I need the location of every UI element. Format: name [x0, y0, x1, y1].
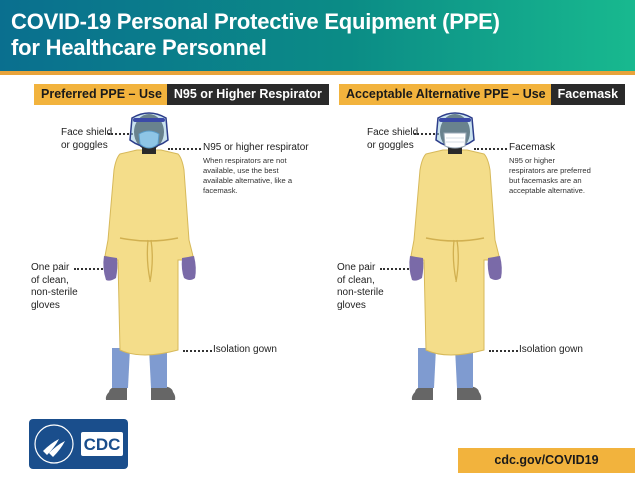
- n95-respirator: [138, 130, 160, 149]
- gloves-label-left: One pair of clean, non-sterile gloves: [31, 262, 78, 312]
- preferred-ppe-tag: Preferred PPE – Use: [34, 84, 167, 105]
- left-shoe: [411, 386, 433, 400]
- alternative-ppe-device: Facemask: [550, 84, 626, 105]
- facemask-label-right: Facemask: [509, 142, 556, 153]
- healthcare-worker-facemask-illustration: [409, 112, 502, 400]
- left-pant-leg: [112, 348, 130, 388]
- healthcare-worker-n95-illustration: [103, 112, 196, 400]
- right-glove: [487, 256, 502, 280]
- note-line: facemask.: [203, 186, 238, 195]
- gloves-label-line: non-sterile: [337, 287, 384, 298]
- hhs-cdc-logo: CDC: [29, 419, 128, 469]
- left-glove: [409, 256, 424, 281]
- face-shield-band: [133, 118, 165, 122]
- isolation-gown: [410, 149, 500, 356]
- note-line: When respirators are not: [203, 156, 287, 165]
- preferred-ppe-device: N95 or Higher Respirator: [166, 84, 329, 105]
- face-shield-band: [439, 118, 471, 122]
- note-line: acceptable alternative.: [509, 186, 585, 195]
- page-title-line1: COVID-19 Personal Protective Equipment (…: [11, 9, 500, 34]
- cdc-covid-url[interactable]: cdc.gov/COVID19: [458, 448, 635, 473]
- page-title-line2: for Healthcare Personnel: [11, 35, 267, 60]
- gloves-label-line: gloves: [337, 299, 366, 311]
- note-line: available, use the best: [203, 166, 279, 175]
- right-shoe: [457, 386, 482, 400]
- gown-label-left: Isolation gown: [213, 344, 277, 355]
- preferred-ppe-heading: Preferred PPE – Use N95 or Higher Respir…: [34, 84, 329, 105]
- left-pant-leg: [418, 348, 436, 388]
- gloves-label-line: of clean,: [31, 274, 69, 286]
- respirator-note-left: When respirators are not available, use …: [203, 156, 315, 196]
- gloves-label-line: non-sterile: [31, 287, 78, 298]
- left-shoe: [105, 386, 127, 400]
- facemask-note-right: N95 or higher respirators are preferred …: [509, 156, 621, 196]
- right-glove: [181, 256, 196, 280]
- right-shoe: [151, 386, 176, 400]
- alternative-ppe-tag: Acceptable Alternative PPE – Use: [339, 84, 551, 105]
- gloves-label-line: One pair: [337, 262, 376, 273]
- cdc-logo-text: CDC: [84, 435, 121, 454]
- gloves-label-line: of clean,: [337, 274, 375, 286]
- note-line: but facemasks are an: [509, 176, 582, 185]
- header-accent-stripe: [0, 71, 635, 75]
- note-line: available alternative, like a: [203, 176, 293, 185]
- gloves-label-line: One pair: [31, 262, 70, 273]
- gloves-label-line: gloves: [31, 299, 60, 311]
- isolation-gown: [104, 149, 194, 356]
- note-line: N95 or higher: [509, 156, 556, 165]
- gloves-label-right: One pair of clean, non-sterile gloves: [337, 262, 384, 312]
- respirator-label-left: N95 or higher respirator: [203, 142, 309, 153]
- note-line: respirators are preferred: [509, 166, 591, 175]
- facemask: [443, 132, 467, 149]
- gown-label-right: Isolation gown: [519, 344, 583, 355]
- alternative-ppe-heading: Acceptable Alternative PPE – Use Facemas…: [339, 84, 626, 105]
- left-glove: [103, 256, 118, 281]
